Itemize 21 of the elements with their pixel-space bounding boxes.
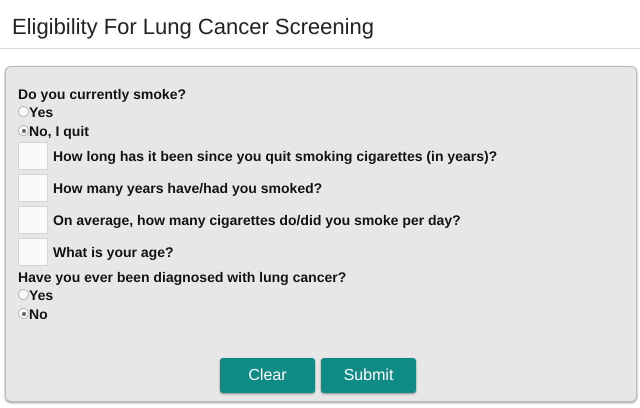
radio-button[interactable] [18,308,29,319]
question-label: On average, how many cigarettes do/did you smoke per day? [53,212,461,228]
radio-label[interactable]: Yes [29,286,54,302]
question-label: How long has it been since you quit smoking cigarettes (in years)? [53,148,498,164]
clear-button[interactable]: Clear [220,358,315,393]
question-label: Do you currently smoke? [18,86,188,102]
radio-label[interactable]: Yes [29,104,54,120]
question-label: What is your age? [53,244,174,260]
question-label: Have you ever been diagnosed with lung cancer? [18,269,348,285]
number-field[interactable] [18,206,48,234]
number-field[interactable] [18,174,48,202]
number-field[interactable] [18,238,48,266]
number-field[interactable] [18,142,48,170]
radio-label[interactable]: No [29,306,48,322]
submit-button[interactable]: Submit [321,358,416,393]
radio-button[interactable] [18,106,29,117]
radio-button[interactable] [18,125,29,136]
radio-label[interactable]: No, I quit [29,122,89,138]
question-label: How many years have/had you smoked? [53,180,322,196]
page-title: Eligibility For Lung Cancer Screening [0,0,640,49]
radio-button[interactable] [18,289,29,300]
